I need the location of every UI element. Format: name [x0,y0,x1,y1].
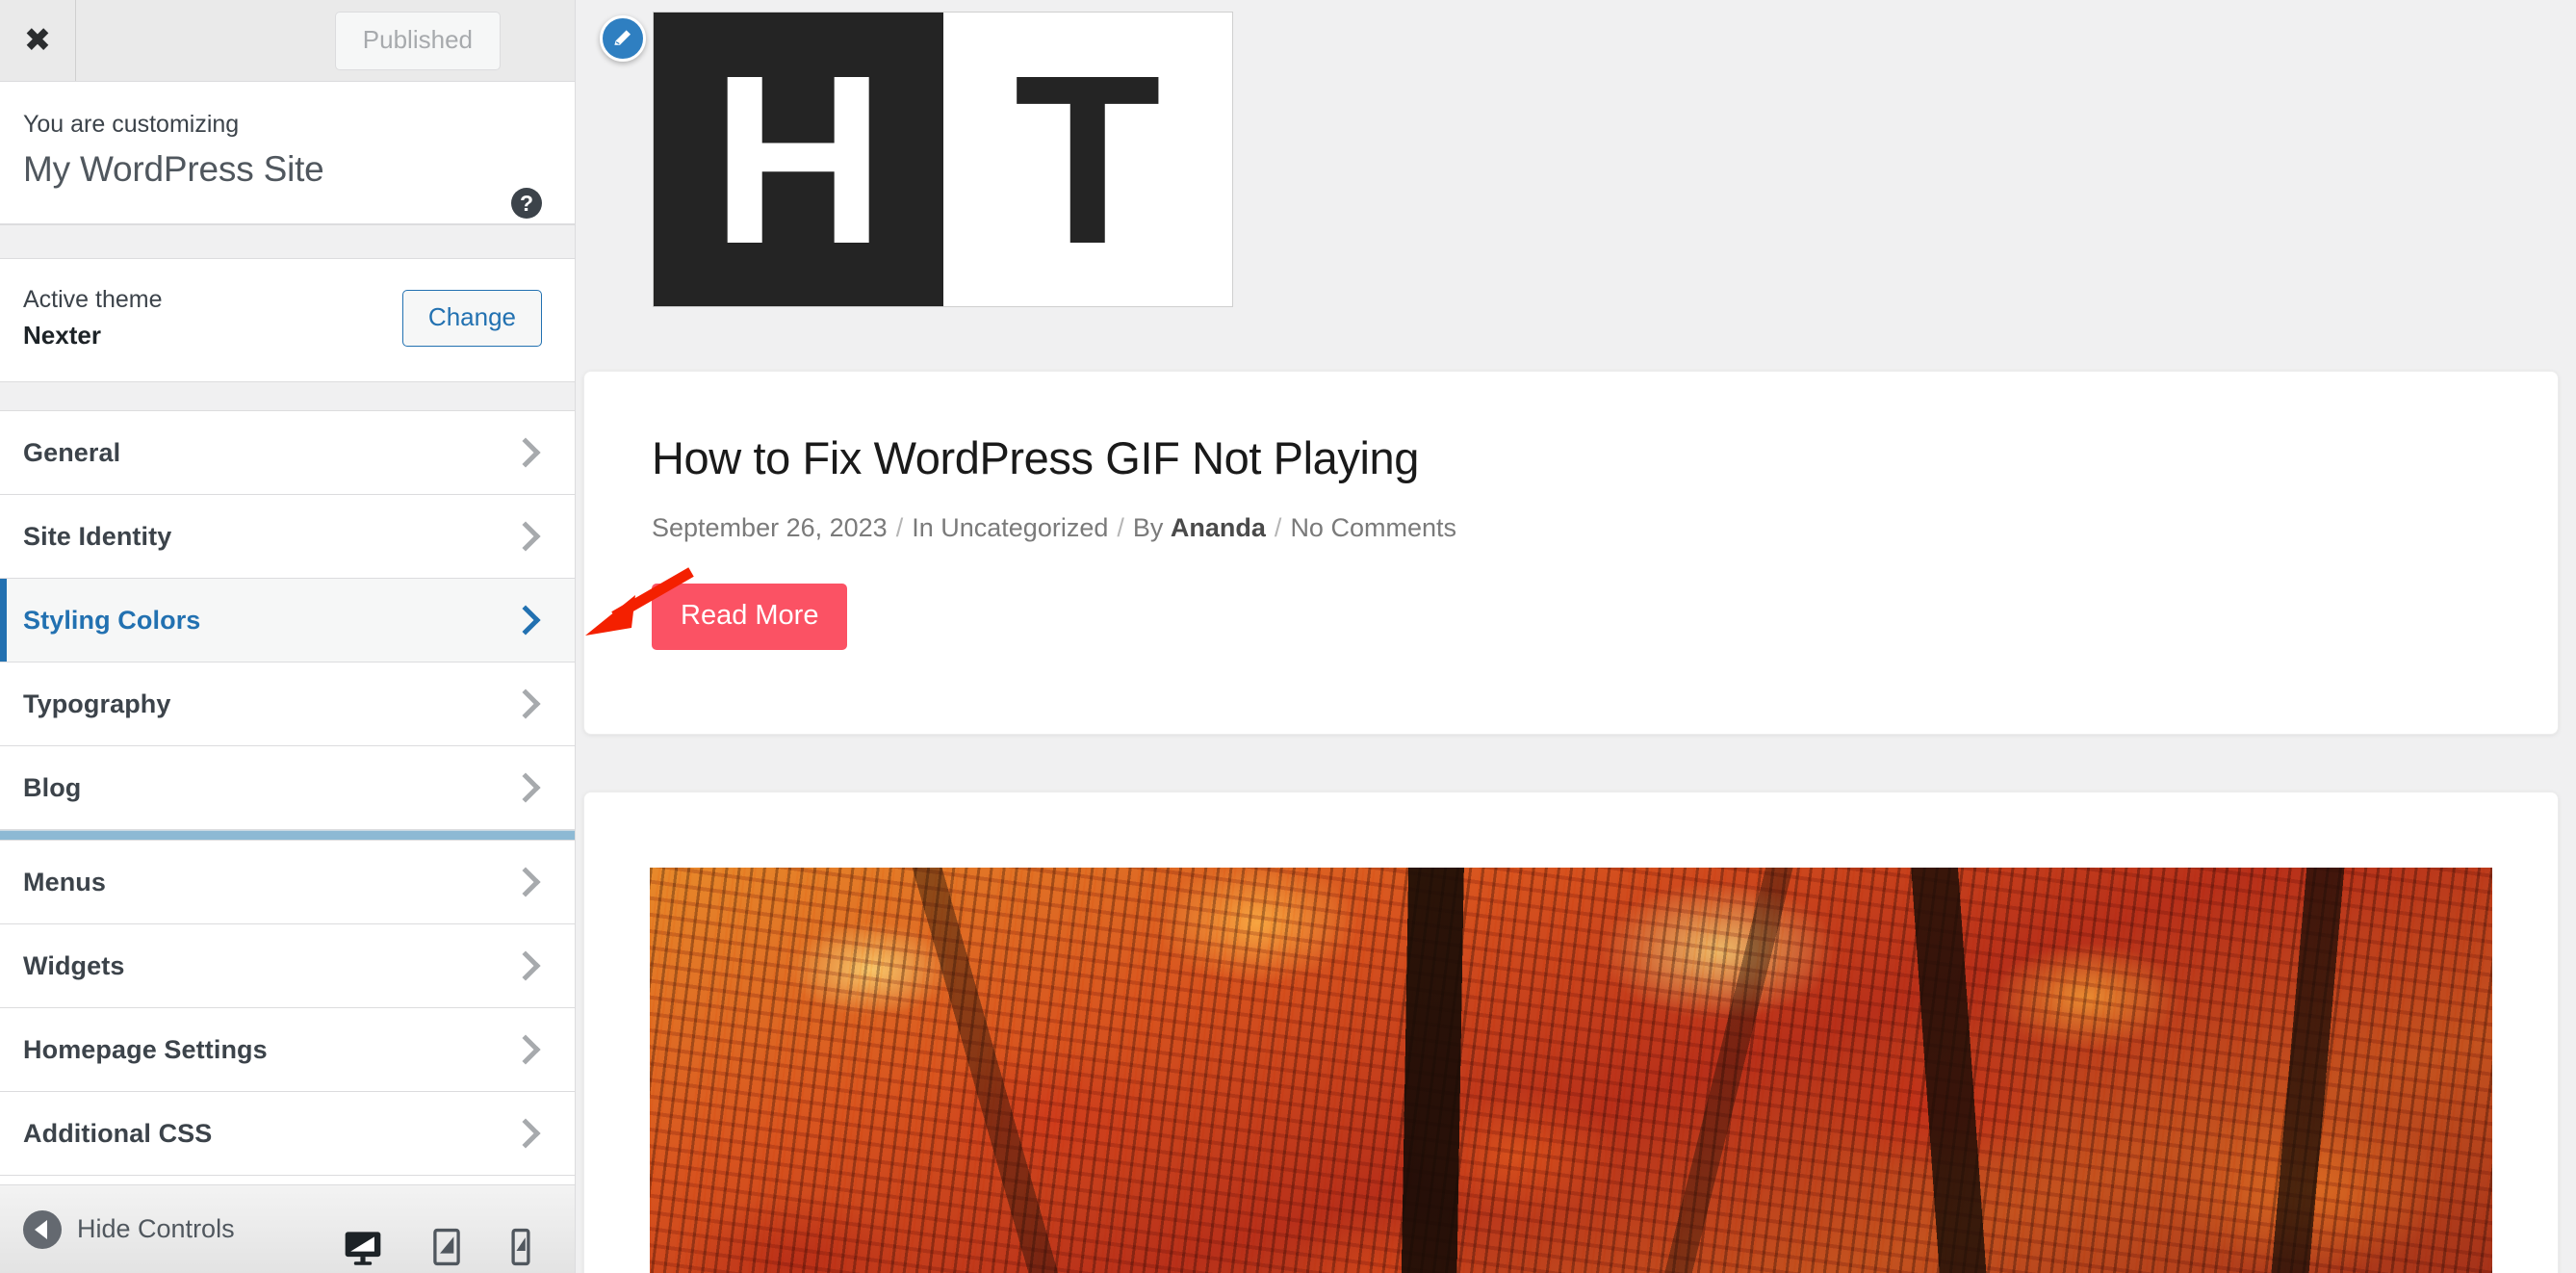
logo-letter-t: T [1014,24,1162,294]
sidebar-item-label: Menus [23,867,107,896]
post-card-inner: How to Fix WordPress GIF Not Playing Sep… [584,372,2558,651]
help-question-icon[interactable]: ? [511,188,542,219]
site-name: My WordPress Site [23,148,324,189]
chevron-right-icon [510,950,541,981]
chevron-right-icon [510,605,541,636]
customizing-label: You are customizing [23,111,240,138]
logo-left-half: H [654,13,943,306]
logo-right-half: T [942,13,1232,306]
site-logo: H T [653,12,1233,307]
post-author[interactable]: Ananda [1171,510,1266,547]
meta-separator: / [1117,513,1124,543]
post-card: How to Fix WordPress GIF Not Playing Sep… [583,371,2559,735]
chevron-right-icon [510,437,541,468]
chevron-right-icon [510,521,541,552]
post-comments[interactable]: No Comments [1290,510,1456,547]
chevron-right-icon [510,772,541,803]
chevron-right-icon [510,688,541,719]
nav-top-spacer [0,382,575,412]
meta-separator: / [895,513,904,543]
collapse-left-arrow-icon [23,1209,62,1249]
customizer-sidebar: ✖ Published You are customizing My WordP… [0,0,576,1273]
sidebar-item-additional-css[interactable]: Additional CSS [0,1092,575,1177]
nav-section-divider [0,830,575,842]
hide-controls-label: Hide Controls [77,1214,235,1243]
edit-pencil-icon[interactable] [600,15,646,62]
post-category-prefix: In [912,513,934,543]
meta-separator: / [1274,513,1282,543]
customizer-screen: ✖ Published You are customizing My WordP… [0,0,2576,1273]
active-theme-texts: Active theme Nexter [23,284,163,352]
mobile-preview-icon[interactable] [509,1226,532,1273]
customizer-footer: Hide Controls [0,1184,575,1273]
panel-title-block: You are customizing My WordPress Site ? [0,82,575,224]
featured-image-card [583,792,2559,1273]
site-preview-frame: H T How to Fix WordPress GIF Not Playing… [576,0,2576,1273]
sidebar-item-label: Widgets [23,950,125,980]
active-theme-row: Active theme Nexter Change [0,258,575,383]
post-meta: September 26, 2023 / In Uncategorized / … [652,510,2490,547]
desktop-preview-icon[interactable] [342,1226,384,1273]
autumn-foliage-image[interactable] [650,868,2492,1273]
sidebar-item-general[interactable]: General [0,411,575,496]
active-theme-label: Active theme [23,285,163,313]
sidebar-item-label: Homepage Settings [23,1034,268,1064]
chevron-right-icon [510,867,541,897]
close-customizer-button[interactable]: ✖ [0,0,76,81]
post-author-prefix: By [1132,513,1164,543]
sidebar-item-label: General [23,437,121,467]
device-preview-switcher [342,1226,532,1273]
chevron-right-icon [510,1118,541,1149]
change-theme-button[interactable]: Change [401,289,542,347]
sidebar-item-menus[interactable]: Menus [0,841,575,925]
sidebar-item-label: Additional CSS [23,1118,213,1148]
sidebar-item-blog[interactable]: Blog [0,746,575,831]
sidebar-item-label: Blog [23,772,82,802]
active-theme-name: Nexter [23,321,101,351]
publish-area: Published [76,0,575,81]
read-more-button[interactable]: Read More [652,584,848,651]
hide-controls-button[interactable]: Hide Controls [23,1209,235,1249]
tablet-preview-icon[interactable] [430,1226,463,1273]
sidebar-item-label: Typography [23,688,171,718]
publish-button[interactable]: Published [334,11,501,70]
logo-letter-h: H [710,24,886,294]
sidebar-item-site-identity[interactable]: Site Identity [0,495,575,580]
customizer-nav-list: General Site Identity Styling Colors Typ… [0,411,575,1184]
sidebar-item-label: Site Identity [23,521,172,551]
sidebar-item-typography[interactable]: Typography [0,662,575,747]
post-date: September 26, 2023 [652,513,888,543]
chevron-right-icon [510,1034,541,1065]
sidebar-item-widgets[interactable]: Widgets [0,924,575,1009]
post-category[interactable]: Uncategorized [940,510,1108,547]
customizer-header: ✖ Published [0,0,575,82]
header-spacer-band [0,223,575,259]
close-x-icon: ✖ [23,21,52,60]
post-title[interactable]: How to Fix WordPress GIF Not Playing [652,431,2490,485]
sidebar-item-homepage-settings[interactable]: Homepage Settings [0,1008,575,1093]
sidebar-item-label: Styling Colors [23,605,201,635]
sidebar-item-styling-colors[interactable]: Styling Colors [0,579,575,663]
